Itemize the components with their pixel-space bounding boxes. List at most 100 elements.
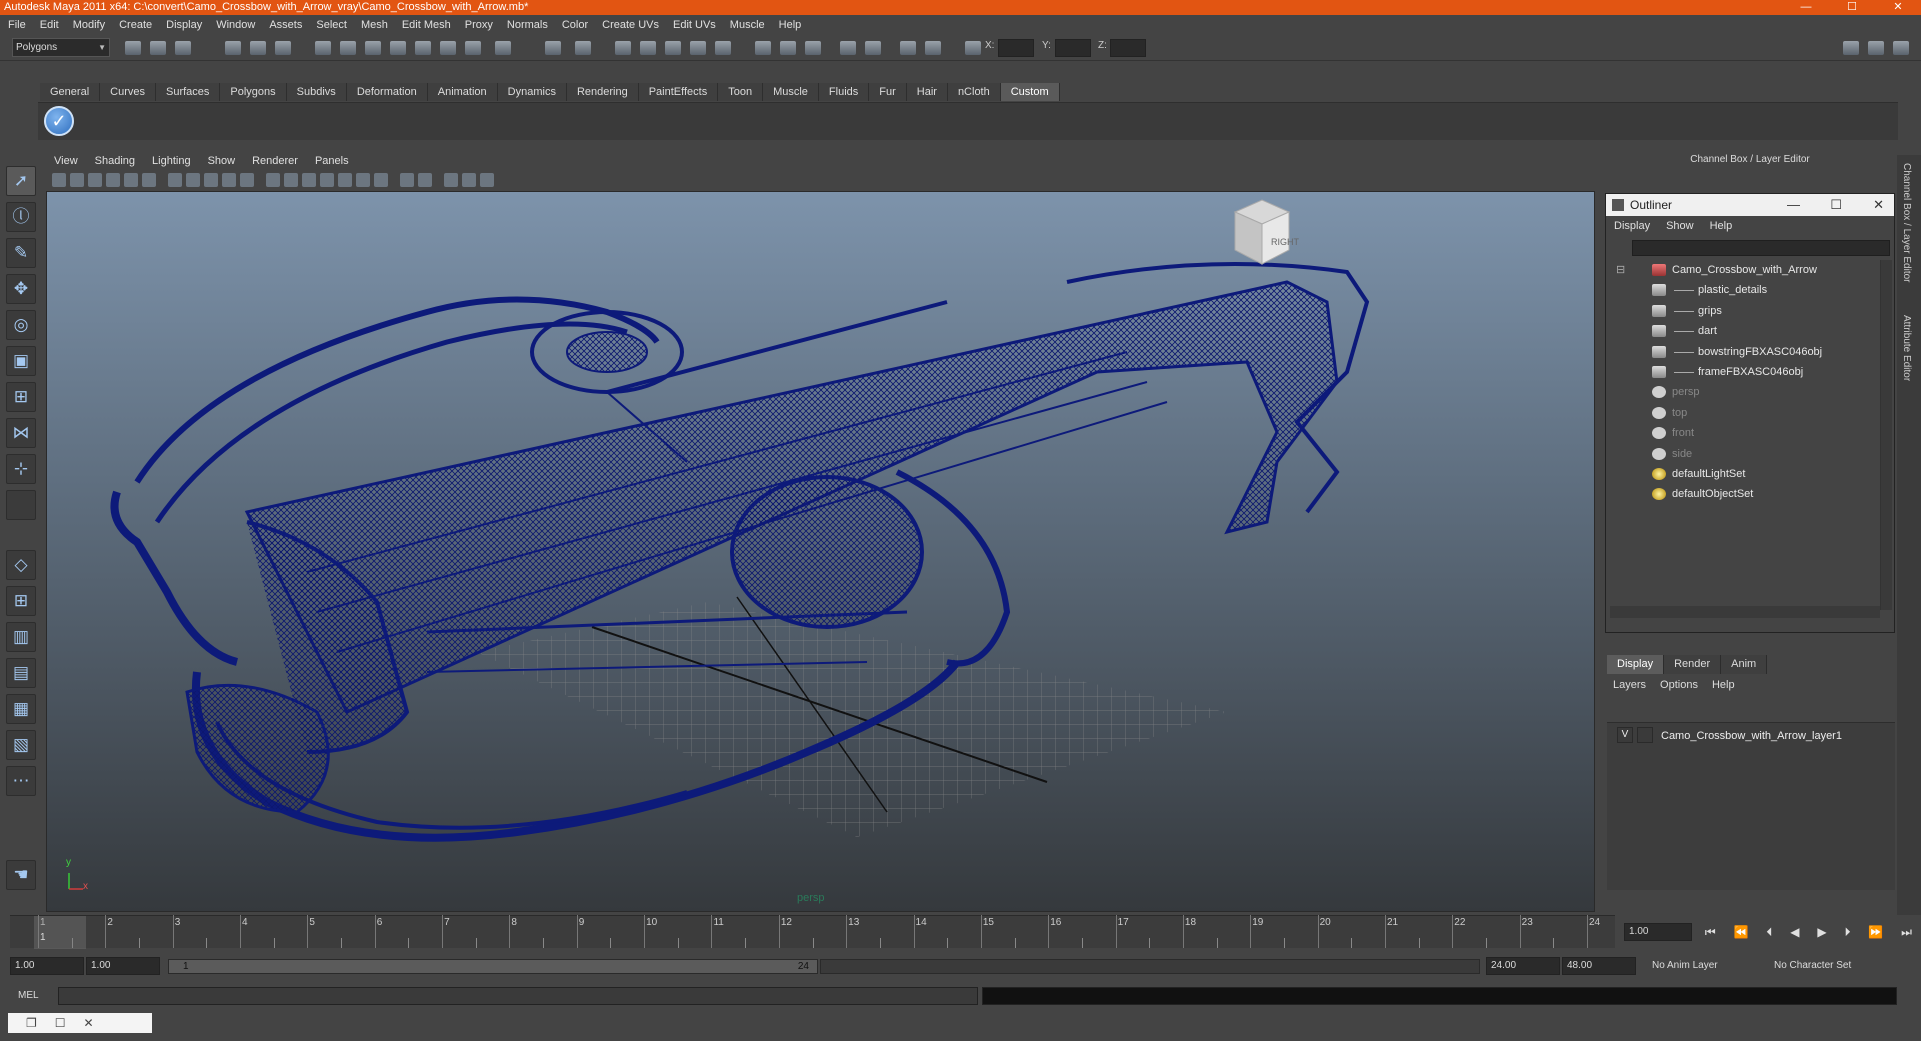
shelf-tab-deformation[interactable]: Deformation <box>346 83 428 101</box>
graph-layout-icon[interactable]: ▦ <box>6 694 36 724</box>
resolution-gate-icon[interactable] <box>168 173 182 187</box>
snap-curve-icon[interactable] <box>340 41 356 55</box>
current-time-field[interactable]: 1.00 <box>1624 923 1692 941</box>
camera-select-icon[interactable] <box>52 173 66 187</box>
wireframe-icon[interactable] <box>266 173 280 187</box>
z-input[interactable] <box>1110 39 1146 57</box>
lasso-tool-icon[interactable]: ⓛ <box>6 202 36 232</box>
help-icon[interactable] <box>495 41 511 55</box>
step-back-key-icon[interactable]: ⏪ <box>1734 925 1749 939</box>
two-pane-layout-icon[interactable]: ▥ <box>6 622 36 652</box>
menu-set-dropdown[interactable]: Polygons ▼ <box>12 38 110 57</box>
playback-end-field[interactable]: 24.00 <box>1486 957 1560 975</box>
scale-tool-icon[interactable]: ▣ <box>6 346 36 376</box>
shelf-tab-general[interactable]: General <box>40 83 101 101</box>
layer-tab-render[interactable]: Render <box>1664 655 1722 674</box>
outliner-item[interactable]: persp <box>1608 382 1878 402</box>
shelf-tab-rendering[interactable]: Rendering <box>566 83 639 101</box>
xray-joints-icon[interactable] <box>444 173 458 187</box>
checkmark-icon[interactable]: ✓ <box>44 106 74 136</box>
backface-icon[interactable] <box>462 173 476 187</box>
show-channel-box-icon[interactable] <box>1893 41 1909 55</box>
menu-help[interactable]: Help <box>779 19 802 31</box>
open-scene-icon[interactable] <box>150 41 166 55</box>
image-plane-icon[interactable] <box>106 173 120 187</box>
shelf-tab-polygons[interactable]: Polygons <box>220 83 287 101</box>
shelf-tab-dynamics[interactable]: Dynamics <box>497 83 567 101</box>
snap-plane-icon[interactable] <box>390 41 406 55</box>
outliner-horizontal-scrollbar[interactable] <box>1610 606 1880 618</box>
shelf-tab-custom[interactable]: Custom <box>1000 83 1060 101</box>
collapse-icon[interactable]: ⊟ <box>1616 260 1625 280</box>
menu-select[interactable]: Select <box>316 19 347 31</box>
viewport-persp[interactable]: RIGHT y x persp <box>46 191 1595 912</box>
shelf-tab-painteffects[interactable]: PaintEffects <box>638 83 719 101</box>
menu-proxy[interactable]: Proxy <box>465 19 493 31</box>
side-tab-channel-box[interactable]: Channel Box / Layer Editor <box>1901 163 1912 283</box>
viewport-menu-panels[interactable]: Panels <box>315 155 349 167</box>
universal-manipulator-icon[interactable]: ⊞ <box>6 382 36 412</box>
ipr-render-icon[interactable] <box>615 41 631 55</box>
layer-playback-toggle[interactable] <box>1637 727 1653 743</box>
viewport-menu-show[interactable]: Show <box>208 155 236 167</box>
film-gate-icon[interactable] <box>142 173 156 187</box>
outliner-item[interactable]: defaultObjectSet <box>1608 484 1878 504</box>
shadows-icon[interactable] <box>374 173 388 187</box>
outliner-item[interactable]: top <box>1608 403 1878 423</box>
menu-edit-uvs[interactable]: Edit UVs <box>673 19 716 31</box>
shelf-tab-hair[interactable]: Hair <box>906 83 948 101</box>
hud-icon[interactable] <box>480 173 494 187</box>
maximize-icon[interactable]: ☐ <box>55 1016 66 1030</box>
render-current-frame-icon[interactable] <box>575 41 591 55</box>
minimize-button[interactable]: — <box>1783 0 1829 15</box>
outliner-filter-input[interactable] <box>1632 240 1890 256</box>
menu-file[interactable]: File <box>8 19 26 31</box>
hypershade-icon[interactable] <box>665 41 681 55</box>
go-to-start-icon[interactable]: ⏮ <box>1705 925 1716 940</box>
custom-layout-icon[interactable]: ⋯ <box>6 766 36 796</box>
render-layer-icon[interactable] <box>805 41 821 55</box>
batch-render-icon[interactable] <box>780 41 796 55</box>
paint-select-tool-icon[interactable]: ✎ <box>6 238 36 268</box>
snap-point-icon[interactable] <box>365 41 381 55</box>
show-tool-settings-icon[interactable] <box>1868 41 1884 55</box>
display-render-icon[interactable] <box>755 41 771 55</box>
maximize-button[interactable]: ☐ <box>1829 0 1875 15</box>
hypershade-layout-icon[interactable]: ▧ <box>6 730 36 760</box>
minimize-icon[interactable]: — <box>1787 194 1800 216</box>
menu-display[interactable]: Display <box>166 19 202 31</box>
gate-mask-icon[interactable] <box>186 173 200 187</box>
menu-muscle[interactable]: Muscle <box>730 19 765 31</box>
start-time-field[interactable]: 1.00 <box>10 957 84 975</box>
xray-icon[interactable] <box>418 173 432 187</box>
layer-tab-display[interactable]: Display <box>1607 655 1665 674</box>
shelf-tab-fluids[interactable]: Fluids <box>818 83 870 101</box>
anim-layer-dropdown[interactable]: No Anim Layer <box>1648 957 1758 975</box>
shelf-tab-fur[interactable]: Fur <box>869 83 907 101</box>
move-tool-icon[interactable]: ✥ <box>6 274 36 304</box>
outliner-item[interactable]: side <box>1608 444 1878 464</box>
menu-assets[interactable]: Assets <box>269 19 302 31</box>
layer-menu-layers[interactable]: Layers <box>1613 679 1646 691</box>
render-settings-icon[interactable] <box>640 41 656 55</box>
four-pane-layout-icon[interactable]: ⊞ <box>6 586 36 616</box>
soft-modification-icon[interactable]: ⋈ <box>6 418 36 448</box>
dynamics-icon[interactable] <box>900 41 916 55</box>
shelf-tab-toon[interactable]: Toon <box>718 83 764 101</box>
lock-icon[interactable] <box>545 41 561 55</box>
outliner-menu-display[interactable]: Display <box>1614 220 1650 232</box>
layer-tab-anim[interactable]: Anim <box>1721 655 1768 674</box>
menu-normals[interactable]: Normals <box>507 19 548 31</box>
outliner-item[interactable]: bowstringFBXASC046obj <box>1608 342 1878 362</box>
outliner-layout-icon[interactable]: ▤ <box>6 658 36 688</box>
layer-visibility-toggle[interactable]: V <box>1617 727 1633 743</box>
outliner-menu-show[interactable]: Show <box>1666 220 1694 232</box>
outliner-item[interactable]: frameFBXASC046obj <box>1608 362 1878 382</box>
viewport-menu-lighting[interactable]: Lighting <box>152 155 191 167</box>
isolate-select-icon[interactable] <box>400 173 414 187</box>
select-object-icon[interactable] <box>250 41 266 55</box>
outliner-vertical-scrollbar[interactable] <box>1880 260 1892 610</box>
x-input[interactable] <box>998 39 1034 57</box>
safe-title-icon[interactable] <box>240 173 254 187</box>
select-hierarchy-icon[interactable] <box>225 41 241 55</box>
